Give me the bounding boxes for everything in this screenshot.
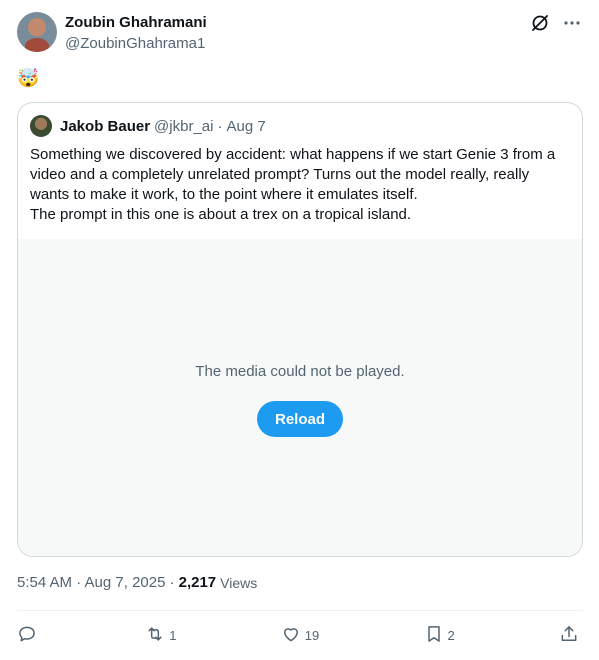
author-info: Zoubin Ghahramani @ZoubinGhahrama1 [65,13,207,53]
tweet-text: 🤯 [17,68,40,88]
quoted-avatar[interactable] [30,115,52,137]
like-button[interactable]: 19 [281,624,319,647]
quoted-text: Something we discovered by accident: wha… [30,145,570,225]
bookmark-count: 2 [447,627,455,643]
reply-icon [17,624,37,647]
quoted-separator: · [217,117,223,135]
quoted-text-line: The prompt in this one is about a trex o… [30,206,412,223]
media-placeholder: The media could not be played. Reload [18,239,582,556]
share-icon [559,624,579,647]
quoted-tweet[interactable]: Jakob Bauer @jkbr_ai · Aug 7 Something w… [17,102,583,557]
quoted-header: Jakob Bauer @jkbr_ai · Aug 7 [30,115,266,137]
retweet-count: 1 [169,627,177,643]
quoted-date[interactable]: Aug 7 [226,118,265,135]
like-icon [281,624,301,647]
author-name[interactable]: Zoubin Ghahramani [65,13,207,32]
timestamp[interactable]: 5:54 AM · Aug 7, 2025 · [17,574,175,591]
like-count: 19 [304,627,320,643]
quoted-author-name[interactable]: Jakob Bauer [60,118,150,135]
retweet-button[interactable]: 1 [145,624,177,647]
author-avatar[interactable] [17,12,57,52]
retweet-icon [145,624,165,647]
share-button[interactable] [559,624,583,647]
reply-button[interactable] [17,624,41,647]
grok-icon[interactable] [529,12,551,34]
views-count: 2,217 [178,574,217,591]
tweet-meta: 5:54 AM · Aug 7, 2025 · 2,217 Views [17,574,257,591]
quoted-author-handle[interactable]: @jkbr_ai [154,118,213,135]
quoted-text-line: Something we discovered by accident: wha… [30,146,556,203]
bookmark-icon [424,624,444,647]
more-icon[interactable] [561,12,583,34]
divider [17,610,583,611]
media-error-message: The media could not be played. [195,363,405,380]
author-handle[interactable]: @ZoubinGhahrama1 [65,34,207,53]
reload-button[interactable]: Reload [257,401,343,437]
tweet-top-actions [529,12,583,34]
action-bar: 1 19 2 [17,622,583,648]
views-label: Views [220,574,258,591]
bookmark-button[interactable]: 2 [424,624,455,647]
